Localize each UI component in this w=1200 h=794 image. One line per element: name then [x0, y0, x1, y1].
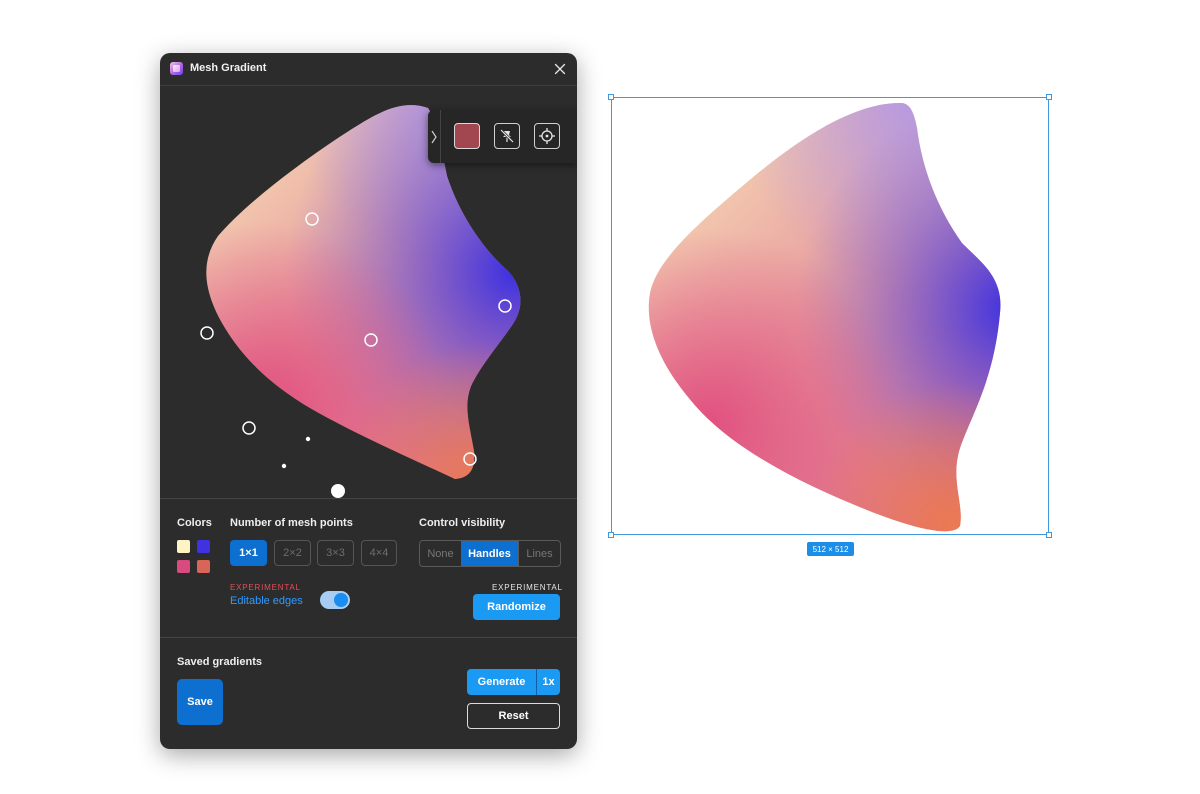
save-button[interactable]: Save — [177, 679, 223, 725]
randomize-button[interactable]: Randomize — [473, 594, 560, 620]
toggle-knob — [334, 593, 348, 607]
resize-handle-bottom-right[interactable] — [1046, 532, 1052, 538]
color-swatch-4[interactable] — [197, 560, 210, 573]
hide-point-icon — [500, 129, 514, 143]
control-visibility-label: Control visibility — [419, 517, 506, 529]
editable-edges-toggle[interactable] — [320, 591, 350, 609]
resize-handle-bottom-left[interactable] — [608, 532, 614, 538]
experimental-label: EXPERIMENTAL — [230, 583, 301, 592]
generate-button[interactable]: Generate — [467, 669, 536, 695]
color-swatch-3[interactable] — [177, 560, 190, 573]
mesh-option-4x4[interactable]: 4×4 — [361, 540, 397, 566]
color-swatch-2[interactable] — [197, 540, 210, 553]
color-swatch-1[interactable] — [177, 540, 190, 553]
mesh-handle[interactable] — [242, 421, 256, 435]
colors-label: Colors — [177, 517, 212, 529]
collapse-toolbar-button[interactable] — [428, 110, 441, 163]
plugin-icon — [170, 62, 183, 75]
close-icon — [554, 63, 566, 75]
visibility-option-handles[interactable]: Handles — [461, 541, 518, 566]
resize-handle-top-left[interactable] — [608, 94, 614, 100]
size-badge: 512 × 512 — [807, 542, 854, 556]
chevron-right-icon — [431, 130, 437, 143]
experimental-label: EXPERIMENTAL — [492, 583, 563, 592]
mesh-gradient-panel: Mesh Gradient Colors Number of mesh poin… — [160, 53, 577, 749]
close-button[interactable] — [549, 59, 571, 79]
hide-point-button[interactable] — [494, 123, 520, 149]
tangent-dot[interactable] — [305, 436, 311, 442]
mesh-point-selected[interactable] — [331, 484, 345, 498]
reset-button[interactable]: Reset — [467, 703, 560, 729]
mesh-handle-dots — [281, 436, 345, 498]
mesh-editor-canvas[interactable] — [160, 86, 577, 498]
editable-edges-label: Editable edges — [230, 595, 303, 607]
generate-split-button: Generate 1x — [467, 669, 560, 695]
center-point-button[interactable] — [534, 123, 560, 149]
tangent-dot[interactable] — [281, 463, 287, 469]
mesh-handle[interactable] — [200, 326, 214, 340]
section-divider — [160, 498, 577, 499]
gradient-frame[interactable] — [611, 97, 1049, 535]
visibility-option-none[interactable]: None — [420, 541, 461, 566]
visibility-option-lines[interactable]: Lines — [518, 541, 560, 566]
mesh-option-2x2[interactable]: 2×2 — [274, 540, 311, 566]
section-divider — [160, 637, 577, 638]
target-icon — [539, 128, 555, 144]
mesh-option-3x3[interactable]: 3×3 — [317, 540, 354, 566]
title-bar: Mesh Gradient — [160, 53, 577, 86]
saved-gradients-label: Saved gradients — [177, 656, 262, 668]
generated-gradient — [648, 102, 1001, 532]
resize-handle-top-right[interactable] — [1046, 94, 1052, 100]
point-toolbar — [428, 110, 577, 163]
mesh-points-label: Number of mesh points — [230, 517, 353, 529]
window-title: Mesh Gradient — [190, 62, 267, 74]
visibility-segmented-control: None Handles Lines — [419, 540, 561, 567]
mesh-option-1x1[interactable]: 1×1 — [230, 540, 267, 566]
point-color-swatch[interactable] — [454, 123, 480, 149]
generate-scale-button[interactable]: 1x — [537, 669, 560, 695]
